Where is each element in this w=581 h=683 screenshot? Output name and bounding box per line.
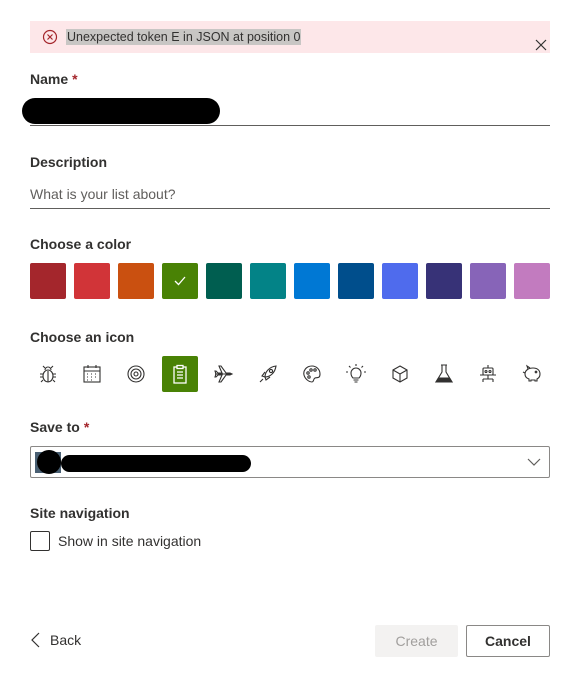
icon-option-rocket[interactable] — [250, 356, 286, 392]
color-swatch[interactable] — [250, 263, 286, 299]
cube-icon — [392, 365, 408, 383]
lightbulb-icon — [346, 364, 366, 383]
back-label: Back — [50, 632, 82, 648]
close-icon[interactable] — [535, 39, 547, 51]
icon-option-cube[interactable] — [382, 356, 418, 392]
save-to-dropdown[interactable] — [30, 446, 550, 478]
icon-option-lightbulb[interactable] — [338, 356, 374, 392]
name-input-underline — [30, 125, 550, 126]
icon-option-flask[interactable] — [426, 356, 462, 392]
checkmark-icon — [174, 276, 186, 286]
required-mark: * — [72, 71, 78, 87]
show-in-site-navigation-checkbox[interactable] — [30, 531, 50, 551]
error-message-bar: Unexpected token E in JSON at position 0 — [30, 21, 550, 53]
required-mark: * — [83, 419, 90, 435]
site-navigation-label: Site navigation — [30, 505, 130, 521]
rocket-icon — [259, 365, 277, 383]
description-input-underline — [30, 208, 550, 209]
piggy-bank-icon — [522, 364, 541, 382]
redacted-site-name — [61, 455, 251, 472]
icon-option-airplane[interactable] — [206, 356, 242, 392]
color-swatch[interactable] — [382, 263, 418, 299]
error-circle-icon — [42, 29, 58, 45]
airplane-icon — [214, 365, 234, 383]
description-input[interactable] — [30, 180, 550, 208]
color-picker-label: Choose a color — [30, 236, 132, 252]
bug-icon — [40, 365, 56, 383]
calendar-icon — [83, 365, 101, 383]
icon-picker-label: Choose an icon — [30, 329, 135, 345]
back-button[interactable]: Back — [30, 632, 81, 648]
icon-option-bug[interactable] — [30, 356, 66, 392]
color-swatch[interactable] — [426, 263, 462, 299]
name-label-text: Name — [30, 71, 69, 87]
redacted-site-name — [37, 450, 61, 474]
color-swatch-selected[interactable] — [162, 263, 198, 299]
icon-option-piggy-bank[interactable] — [514, 356, 550, 392]
description-label: Description — [30, 154, 108, 170]
icon-option-robot[interactable] — [470, 356, 506, 392]
create-button[interactable]: Create — [375, 625, 458, 657]
color-swatch[interactable] — [118, 263, 154, 299]
color-swatch[interactable] — [74, 263, 110, 299]
color-swatch[interactable] — [514, 263, 550, 299]
save-to-label-text: Save to — [30, 419, 80, 435]
robot-icon — [480, 365, 496, 382]
name-label: Name * — [30, 71, 78, 87]
color-swatch[interactable] — [470, 263, 506, 299]
chevron-left-icon — [31, 632, 40, 648]
error-message-text: Unexpected token E in JSON at position 0 — [66, 29, 302, 45]
save-to-label: Save to * — [30, 419, 89, 435]
icon-option-palette[interactable] — [294, 356, 330, 392]
show-in-site-navigation-label[interactable]: Show in site navigation — [58, 533, 201, 549]
palette-icon — [303, 365, 321, 383]
color-swatch[interactable] — [206, 263, 242, 299]
color-swatch[interactable] — [30, 263, 66, 299]
chevron-down-icon — [527, 458, 541, 466]
icon-option-calendar[interactable] — [74, 356, 110, 392]
flask-icon — [435, 364, 453, 383]
color-swatch[interactable] — [338, 263, 374, 299]
clipboard-icon — [173, 364, 187, 384]
name-input[interactable] — [22, 92, 550, 125]
color-swatch[interactable] — [294, 263, 330, 299]
icon-option-clipboard-selected[interactable] — [162, 356, 198, 392]
icon-option-target[interactable] — [118, 356, 154, 392]
target-icon — [127, 365, 145, 383]
cancel-button[interactable]: Cancel — [466, 625, 550, 657]
redacted-name-value — [22, 98, 220, 124]
